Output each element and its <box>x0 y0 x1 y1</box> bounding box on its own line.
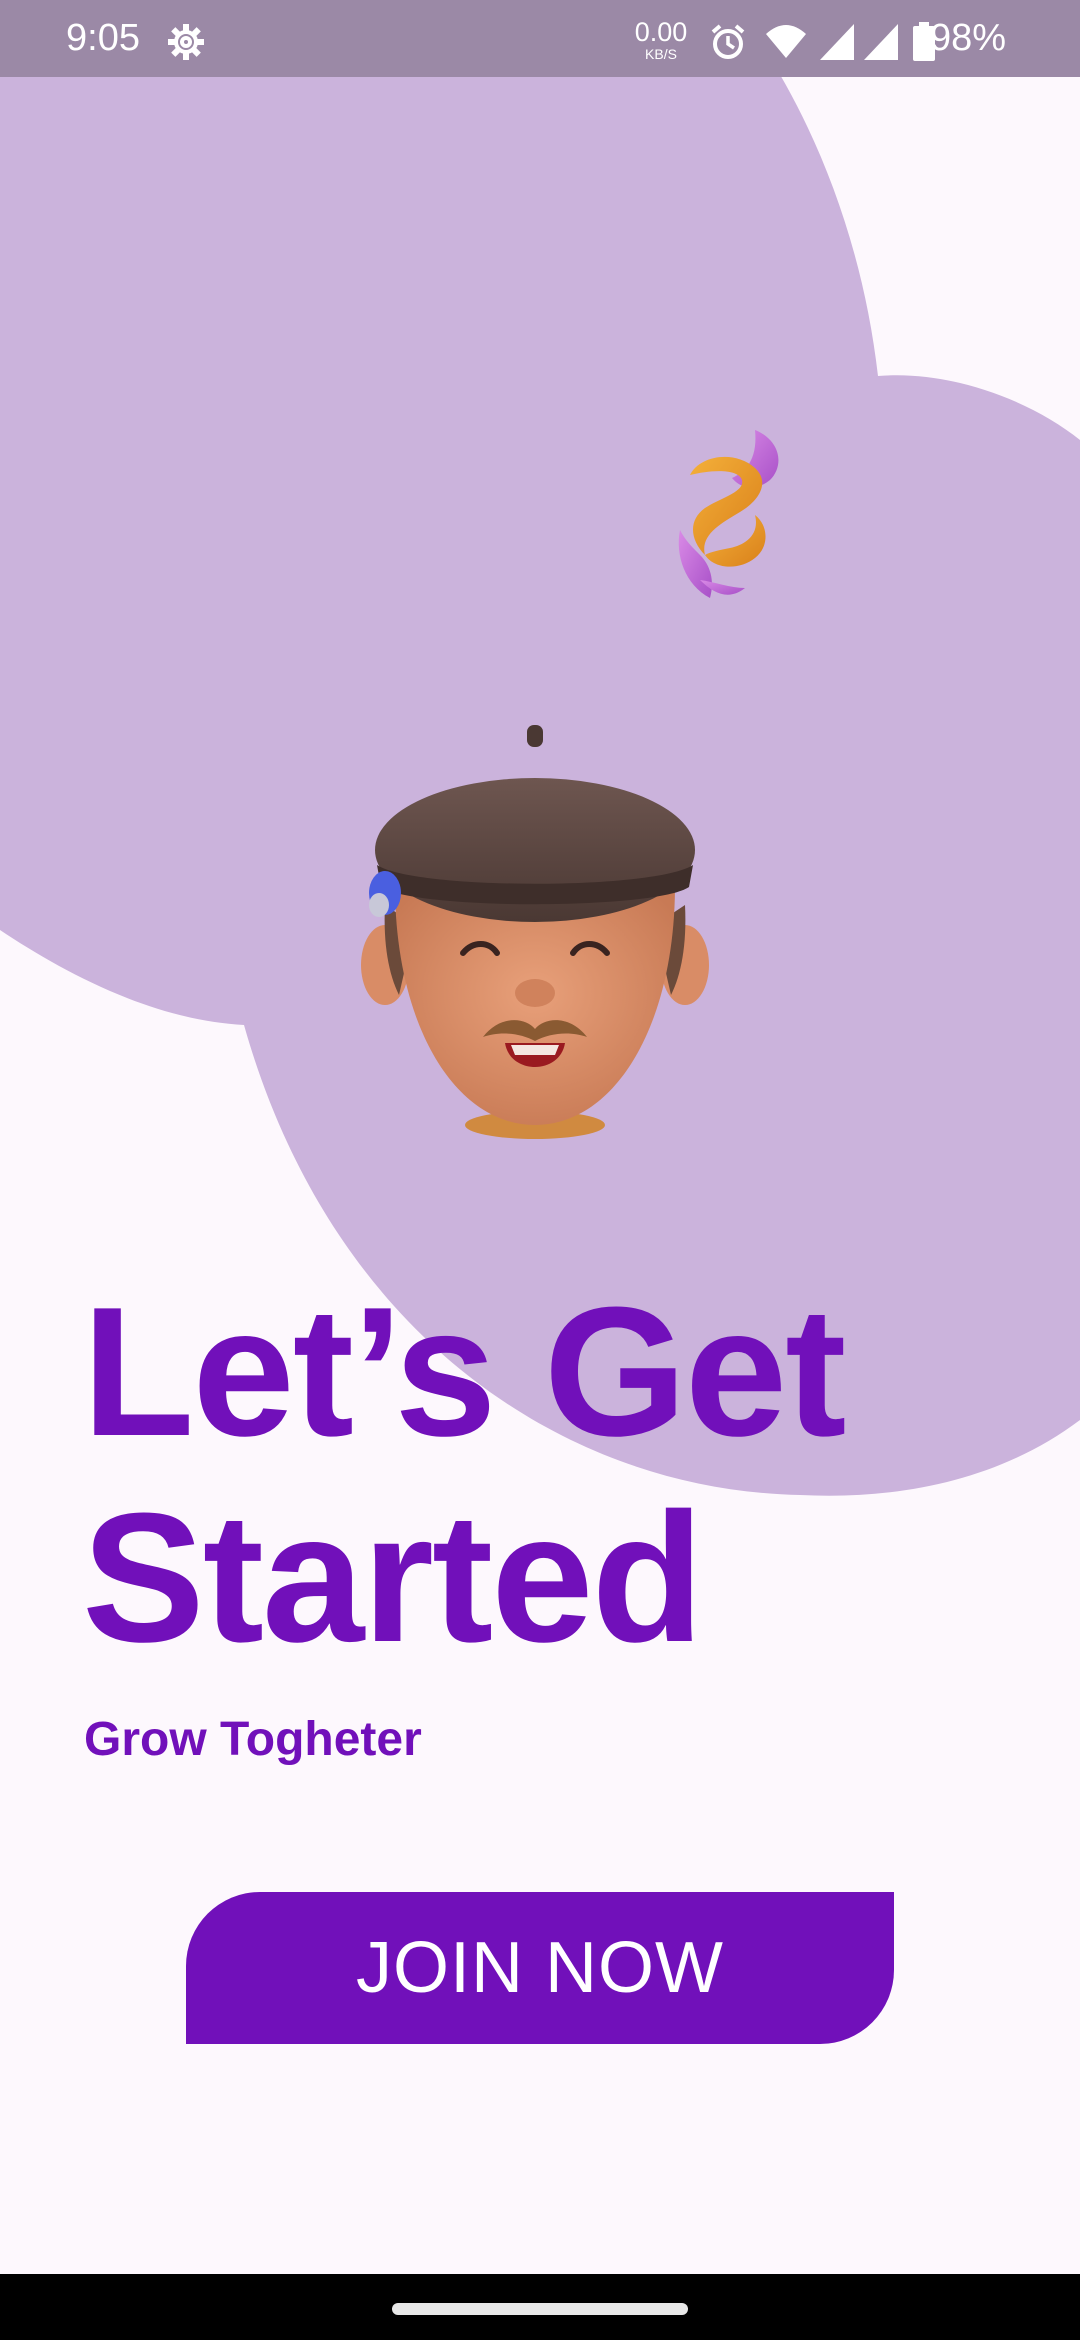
alarm-icon <box>708 22 748 62</box>
network-speed: 0.00 KB/S <box>628 18 694 62</box>
status-icons <box>708 20 936 64</box>
status-time: 9:05 <box>66 17 140 59</box>
avatar <box>361 725 709 1139</box>
network-speed-unit: KB/S <box>645 46 677 62</box>
battery-percent: 98% <box>930 17 1007 59</box>
page-title-line-1: Let’s Get <box>82 1268 846 1474</box>
status-bar: 9:05 0.00 KB/S 98% <box>0 0 1080 77</box>
signal-icon <box>862 22 900 62</box>
app-logo <box>678 430 779 598</box>
network-speed-value: 0.00 <box>634 17 688 47</box>
settings-gear-icon <box>166 22 206 62</box>
wifi-icon <box>764 22 808 62</box>
signal-icon <box>818 22 856 62</box>
join-now-button[interactable]: JOIN NOW <box>186 1892 894 2044</box>
onboarding-screen: 9:05 0.00 KB/S 98% Let’s Get Started Gro… <box>0 0 1080 2340</box>
page-title-line-2: Started <box>82 1474 704 1680</box>
home-gesture-handle[interactable] <box>392 2303 688 2315</box>
page-title: Let’s Get Started <box>82 1268 1002 1680</box>
subtitle: Grow Togheter <box>84 1713 422 1766</box>
